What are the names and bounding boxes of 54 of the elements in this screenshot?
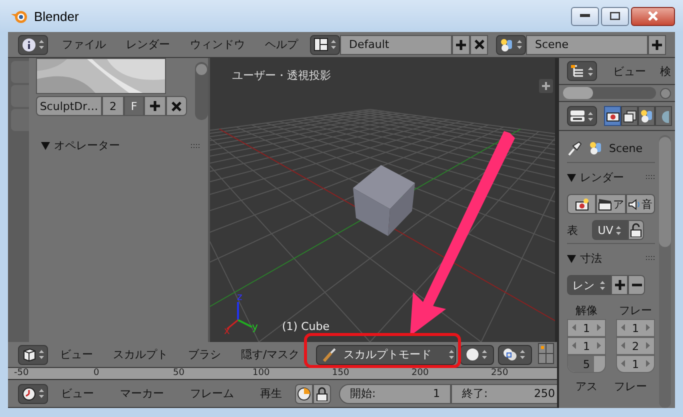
scene-field[interactable]: Scene (526, 34, 648, 54)
menu-item[interactable]: ビュー (597, 64, 660, 78)
number-field[interactable]: 5 (567, 355, 606, 373)
menu-item[interactable]: レンダー (116, 37, 180, 52)
column-label: 解像 (574, 303, 598, 319)
field-label: アス (575, 379, 598, 394)
start-frame-field[interactable]: 開始: 1 (339, 384, 451, 404)
menu-item[interactable]: 検 (660, 64, 671, 78)
menu-item[interactable]: 隠す/マスク (231, 347, 310, 362)
audio-button[interactable]: 音 (626, 194, 655, 214)
panel-header[interactable]: レンダー (580, 170, 646, 184)
tick-label: 150 (332, 368, 350, 379)
number-field[interactable]: 1 (616, 355, 655, 373)
preset-dropdown[interactable]: レン (567, 275, 611, 295)
users-count[interactable]: 2 (102, 96, 124, 116)
brush-name-field[interactable]: SculptDr… (36, 96, 102, 116)
menu-item[interactable]: ビュー (48, 386, 107, 401)
fake-user-button[interactable]: F (124, 96, 144, 116)
field-label: 表 (567, 222, 578, 238)
menu-item[interactable]: ヘルプ (255, 37, 308, 52)
axis-label: y (252, 322, 258, 333)
menu-item[interactable]: 再生 (247, 386, 295, 401)
number-field[interactable]: 1 (616, 319, 655, 337)
number-field[interactable]: 2 (616, 337, 655, 355)
number-field[interactable]: 1 (567, 319, 606, 337)
axis-label: z (237, 292, 242, 303)
panel-header[interactable]: オペレーター (54, 138, 191, 153)
column-label: フレー (618, 303, 653, 319)
axis-label: x (224, 326, 230, 337)
tick-label: -50 (14, 368, 29, 379)
object-label: (1) Cube (282, 320, 330, 333)
window-title: Blender (34, 8, 80, 24)
number-field[interactable]: 1 (567, 337, 606, 355)
menu-item[interactable]: ブラシ (178, 347, 231, 362)
panel-header[interactable]: 寸法 (580, 250, 646, 266)
view-label: ユーザー・透視投影 (232, 68, 331, 83)
end-frame-field[interactable]: 終了: 250 (451, 384, 557, 404)
menu-item[interactable]: ビュー (50, 347, 103, 362)
display-dropdown[interactable]: UV (592, 220, 628, 240)
menu-item[interactable]: ウィンドウ (180, 37, 255, 52)
menu-item[interactable]: マーカー (107, 386, 177, 401)
mode-dropdown[interactable]: スカルプトモード (316, 344, 456, 364)
animation-button[interactable]: ア (596, 194, 626, 214)
tick-label: 0 (94, 368, 100, 379)
tick-label: 50 (173, 368, 184, 379)
menu-item[interactable]: フレーム (177, 386, 247, 401)
tick-label: 100 (252, 368, 270, 379)
context-label: Scene (609, 142, 643, 154)
layout-field[interactable]: Default (340, 34, 452, 54)
menu-item[interactable]: ファイル (52, 37, 116, 52)
field-label: フレー (614, 379, 647, 394)
menu-item[interactable]: スカルプト (103, 347, 178, 362)
tick-label: 200 (412, 368, 429, 379)
tick-label: 250 (491, 368, 508, 379)
